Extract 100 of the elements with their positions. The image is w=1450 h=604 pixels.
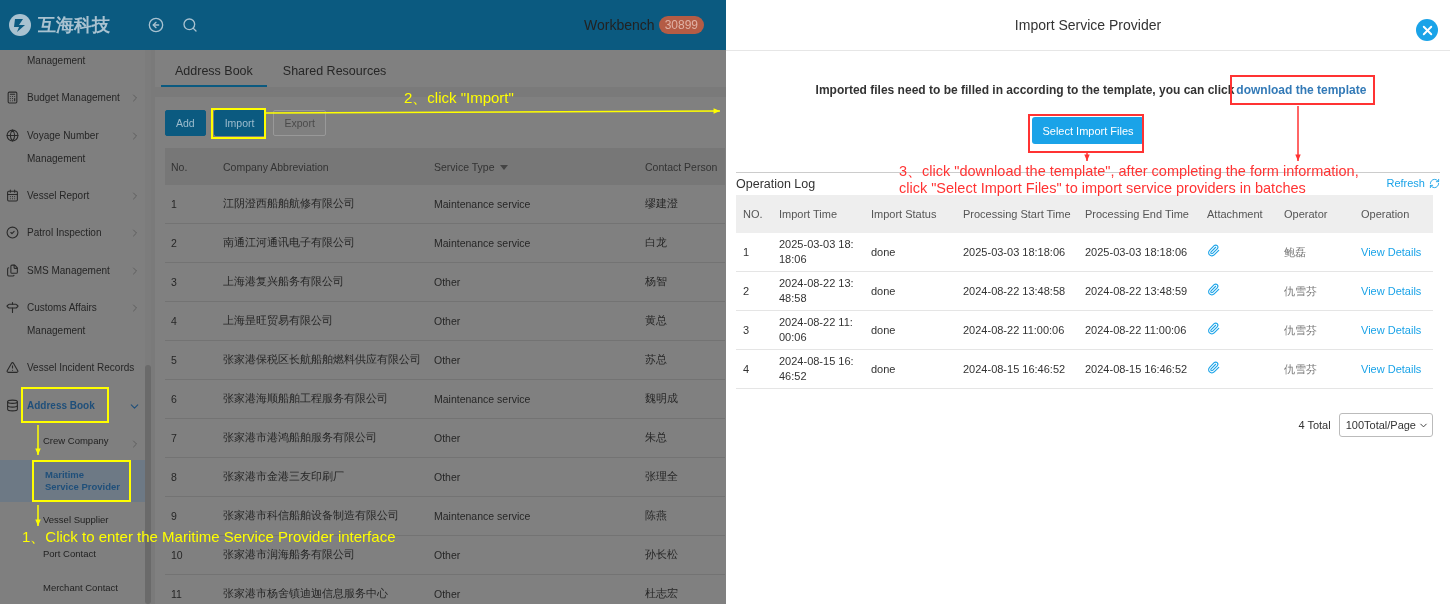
table-cell: 5 <box>165 340 217 380</box>
table-cell: 2025-03-03 18:18:06 <box>956 233 1078 272</box>
table-cell: 杨智 <box>639 262 725 302</box>
sidebar-item[interactable]: Vessel Report <box>27 183 90 207</box>
table-cell: 2024-08-22 13:48:58 <box>956 271 1078 311</box>
toolbar-button[interactable]: Import <box>213 110 266 136</box>
table-cell: 2 <box>165 223 217 263</box>
table-cell: 2025-03-03 18:18:06 <box>779 237 855 267</box>
sidebar-subitem[interactable]: Crew Company <box>40 433 145 449</box>
sidebar-subitem[interactable]: Port Contact <box>40 546 145 562</box>
table-cell: 南通江河通讯电子有限公司 <box>217 223 428 263</box>
table-cell: 苏总 <box>639 340 725 380</box>
back-icon[interactable] <box>148 17 164 33</box>
search-icon[interactable] <box>182 17 198 33</box>
column-header: Operator <box>1277 195 1354 233</box>
annotation-text: 3、click "download the template", after completing the form information, click "Select Import Files" to import service providers in batches <box>899 163 1360 197</box>
logo-text: 互海科技 <box>38 13 110 37</box>
table-cell: 仇雪芬 <box>1284 323 1317 336</box>
tab[interactable]: Address Book <box>161 64 267 87</box>
table-cell: 1 <box>736 233 772 272</box>
table-cell: 2024-08-15 16:46:52 <box>1078 349 1200 389</box>
table-cell: Other <box>428 418 639 458</box>
table-cell: Other <box>428 457 639 497</box>
column-header: NO. <box>736 195 772 233</box>
table-cell: 3 <box>165 262 217 302</box>
close-button[interactable] <box>1416 19 1438 41</box>
table-cell: 2024-08-15 16:46:52 <box>779 354 855 384</box>
table-cell: 3 <box>736 310 772 350</box>
table-cell: 江阴澄西船舶航修有限公司 <box>217 185 428 224</box>
table-cell: done <box>864 233 956 272</box>
menu-icon <box>6 361 19 374</box>
column-header: Import Status <box>864 195 956 233</box>
view-details-link[interactable]: View Details <box>1361 323 1422 336</box>
table-cell: 上海昰旺贸易有限公司 <box>217 301 428 341</box>
refresh-link[interactable]: Refresh <box>1386 177 1440 189</box>
column-header: Processing End Time <box>1078 195 1200 233</box>
paperclip-icon[interactable] <box>1207 321 1220 335</box>
sidebar-item[interactable]: Management <box>27 48 86 72</box>
table-cell: done <box>864 310 956 350</box>
menu-icon <box>6 263 19 277</box>
refresh-icon <box>1429 177 1440 189</box>
sidebar-subitem[interactable]: Vessel Supplier <box>40 512 145 528</box>
sidebar-item[interactable]: Voyage Number Management <box>27 123 115 170</box>
table-cell: done <box>864 271 956 311</box>
sidebar-item[interactable]: SMS Management <box>27 258 110 282</box>
page-size-select[interactable]: 100Total/Page <box>1338 413 1433 437</box>
view-details-link[interactable]: View Details <box>1361 245 1422 258</box>
column-header: Company Abbreviation <box>217 148 428 185</box>
table-cell: Other <box>428 262 639 302</box>
table-cell: 1 <box>165 185 217 224</box>
column-header: No. <box>165 148 217 185</box>
table-cell: 朱总 <box>639 418 725 458</box>
paperclip-icon[interactable] <box>1207 282 1220 296</box>
paperclip-icon[interactable] <box>1207 243 1220 257</box>
table-cell: 仇雪芬 <box>1284 284 1317 297</box>
table-cell: Other <box>428 340 639 380</box>
table-cell: Other <box>428 574 639 604</box>
table-cell: 张家港市杨舍镇迪迦信息服务中心 <box>217 574 428 604</box>
workbench-label[interactable]: Workbench <box>584 17 655 33</box>
log-title: Operation Log <box>736 177 816 191</box>
annotation-arrow <box>1295 105 1301 162</box>
sidebar-item[interactable]: Customs Affairs Management <box>27 296 115 342</box>
menu-icon <box>6 128 19 142</box>
menu-icon <box>6 91 19 104</box>
template-link[interactable]: download the template <box>1236 83 1367 97</box>
menu-icon <box>6 188 19 202</box>
table-cell: 孙长松 <box>639 535 725 575</box>
table-cell: Maintenance service <box>428 223 639 263</box>
table-cell: 陈燕 <box>639 496 725 536</box>
table-cell: Maintenance service <box>428 379 639 419</box>
annotation-arrow <box>35 424 41 456</box>
view-details-link[interactable]: View Details <box>1361 362 1422 375</box>
view-details-link[interactable]: View Details <box>1361 284 1422 297</box>
sidebar-item[interactable]: Address Book <box>27 393 95 417</box>
table-cell: Maintenance service <box>428 496 639 536</box>
sidebar-item[interactable]: Budget Management <box>27 86 120 109</box>
count-badge: 30899 <box>658 16 704 34</box>
column-header: Operation <box>1354 195 1433 233</box>
tab[interactable]: Shared Resources <box>268 64 401 87</box>
table-cell: 2 <box>736 271 772 311</box>
table-cell: 6 <box>165 379 217 419</box>
sidebar-subitem[interactable]: Merchant Contact <box>40 580 145 596</box>
table-cell: 上海港复兴船务有限公司 <box>217 262 428 302</box>
column-header: Service Type <box>428 148 639 185</box>
sort-icon[interactable] <box>499 165 508 171</box>
menu-icon <box>6 226 19 239</box>
sidebar-item[interactable]: Vessel Incident Records <box>27 356 135 379</box>
select-files-button[interactable]: Select Import Files <box>1032 117 1144 144</box>
table-cell-text: 2024-08-22 11:00:06 <box>779 315 854 345</box>
annotation-arrow <box>35 504 41 527</box>
paperclip-icon[interactable] <box>1207 360 1220 374</box>
table-cell: 仇雪芬 <box>1284 362 1317 375</box>
table-cell: 张家港市港鸿船舶服务有限公司 <box>217 418 428 458</box>
table-cell: 2024-08-22 11:00:06 <box>956 310 1078 350</box>
table-cell: 黄总 <box>639 301 725 341</box>
toolbar-button[interactable]: Add <box>165 110 206 136</box>
annotation-text: 2、click "Import" <box>404 90 514 106</box>
column-header: Contact Person <box>639 148 725 185</box>
table-cell: 缪建澄 <box>639 185 725 224</box>
sidebar-item[interactable]: Patrol Inspection <box>27 221 102 244</box>
